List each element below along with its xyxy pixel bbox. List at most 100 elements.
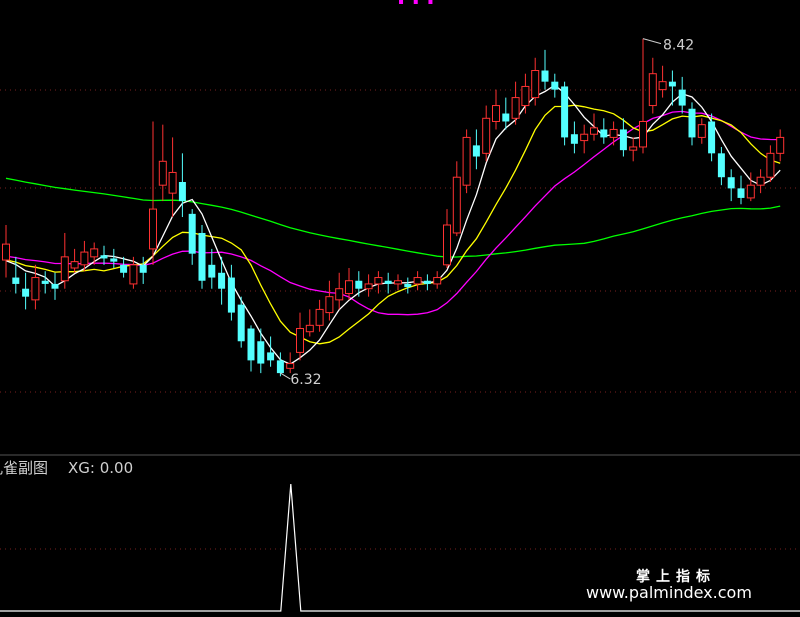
candle-body-down	[708, 121, 716, 154]
ma20-line	[5, 110, 781, 316]
candle-body-up	[756, 176, 765, 186]
candle-body-up	[60, 256, 69, 282]
candle-body-up	[70, 261, 79, 269]
stock-chart: 8.42 6.32 孔雀副图 XG: 0.00 掌上指标 www.palmind…	[0, 0, 800, 612]
candle-body-up	[580, 133, 589, 142]
candle-body-down	[51, 283, 59, 289]
candle-body-up	[590, 127, 598, 135]
price-annotations: 8.42 6.32	[280, 38, 694, 388]
low-arrow-icon	[280, 372, 291, 380]
candle-body-up	[394, 280, 402, 285]
low-price-label: 6.32	[290, 372, 321, 388]
candle-body-down	[404, 283, 412, 288]
candle-body-down	[551, 81, 559, 90]
indicator-value: XG: 0.00	[68, 459, 133, 477]
top-marker	[399, 0, 404, 4]
candle-body-down	[561, 86, 569, 138]
candle-body-down	[120, 264, 128, 273]
candle-body-down	[178, 182, 186, 202]
candle-body-up	[335, 288, 344, 301]
candle-body-down	[237, 304, 245, 342]
candle-body-up	[609, 128, 618, 138]
candle-body-down	[139, 264, 147, 273]
candle-body-down	[619, 129, 627, 151]
candle-body-up	[296, 328, 304, 353]
moving-average-lines	[5, 84, 781, 365]
candle-body-down	[247, 328, 255, 361]
candle-body-down	[737, 188, 745, 198]
candle-body-up	[639, 120, 647, 148]
candle-body-down	[198, 232, 206, 281]
candle-body-up	[2, 243, 10, 261]
top-marker	[413, 0, 418, 4]
candle-body-up	[168, 171, 177, 194]
candle-body-up	[521, 85, 530, 107]
candle-body-up	[531, 70, 540, 99]
candle-body-up	[462, 136, 471, 186]
candle-body-up	[129, 264, 138, 285]
candle-body-down	[600, 129, 608, 138]
candle-body-up	[325, 296, 334, 314]
candle-body-down	[218, 272, 226, 289]
candle-body-up	[374, 277, 383, 285]
ma60-line	[5, 177, 781, 258]
candle-body-down	[717, 153, 725, 178]
candle-body-down	[41, 280, 49, 284]
candle-body-up	[697, 124, 706, 138]
candle-body-down	[188, 213, 196, 254]
indicator-title: 孔雀副图	[0, 459, 48, 477]
top-marker	[428, 0, 433, 4]
candle-body-down	[384, 280, 392, 284]
candle-body-up	[452, 176, 461, 234]
candle-body-down	[22, 288, 30, 297]
candle-body-up	[629, 146, 638, 151]
candle-body-up	[364, 283, 373, 290]
candle-body-up	[158, 160, 167, 186]
candle-body-up	[345, 280, 353, 294]
candle-body-down	[688, 108, 696, 138]
candle-body-up	[443, 224, 451, 266]
candle-body-down	[267, 352, 275, 361]
candle-body-up	[31, 277, 40, 301]
top-markers	[399, 0, 433, 4]
candle-body-down	[423, 280, 431, 284]
candle-body-down	[227, 277, 235, 313]
candle-body-up	[305, 324, 314, 333]
candle-body-up	[80, 251, 89, 266]
candle-body-down	[678, 89, 686, 106]
candle-body-up	[149, 208, 157, 250]
candle-body-down	[502, 113, 510, 122]
ma5-line	[5, 84, 781, 365]
candle-body-up	[413, 277, 422, 285]
candle-body-up	[766, 152, 775, 178]
candle-body-down	[100, 255, 108, 259]
candle-body-up	[511, 97, 520, 119]
candle-body-down	[276, 360, 284, 374]
candle-body-down	[110, 258, 118, 262]
candle-body-down	[570, 134, 578, 144]
candle-body-down	[727, 177, 735, 189]
candle-body-down	[208, 264, 216, 278]
candle-body-up	[746, 184, 755, 199]
candle-body-up	[482, 117, 491, 154]
high-arrow-icon	[642, 38, 662, 45]
candle-body-up	[776, 136, 785, 154]
candle-body-down	[355, 280, 363, 289]
candle-body-up	[315, 308, 324, 326]
candlesticks	[2, 38, 785, 377]
candle-body-up	[90, 248, 99, 258]
candle-body-up	[648, 73, 657, 107]
ma10-line	[5, 104, 781, 345]
candle-body-down	[12, 277, 20, 284]
candle-body-down	[257, 341, 265, 364]
candle-body-up	[492, 105, 500, 122]
candle-body-down	[668, 81, 676, 87]
watermark-url: www.palmindex.com	[586, 583, 752, 602]
candle-body-down	[541, 70, 549, 82]
candle-body-up	[286, 363, 295, 369]
high-price-label: 8.42	[663, 38, 694, 54]
candle-body-down	[472, 145, 480, 157]
grid-lines	[0, 89, 800, 550]
candle-body-up	[433, 277, 442, 285]
candle-body-up	[658, 81, 667, 91]
